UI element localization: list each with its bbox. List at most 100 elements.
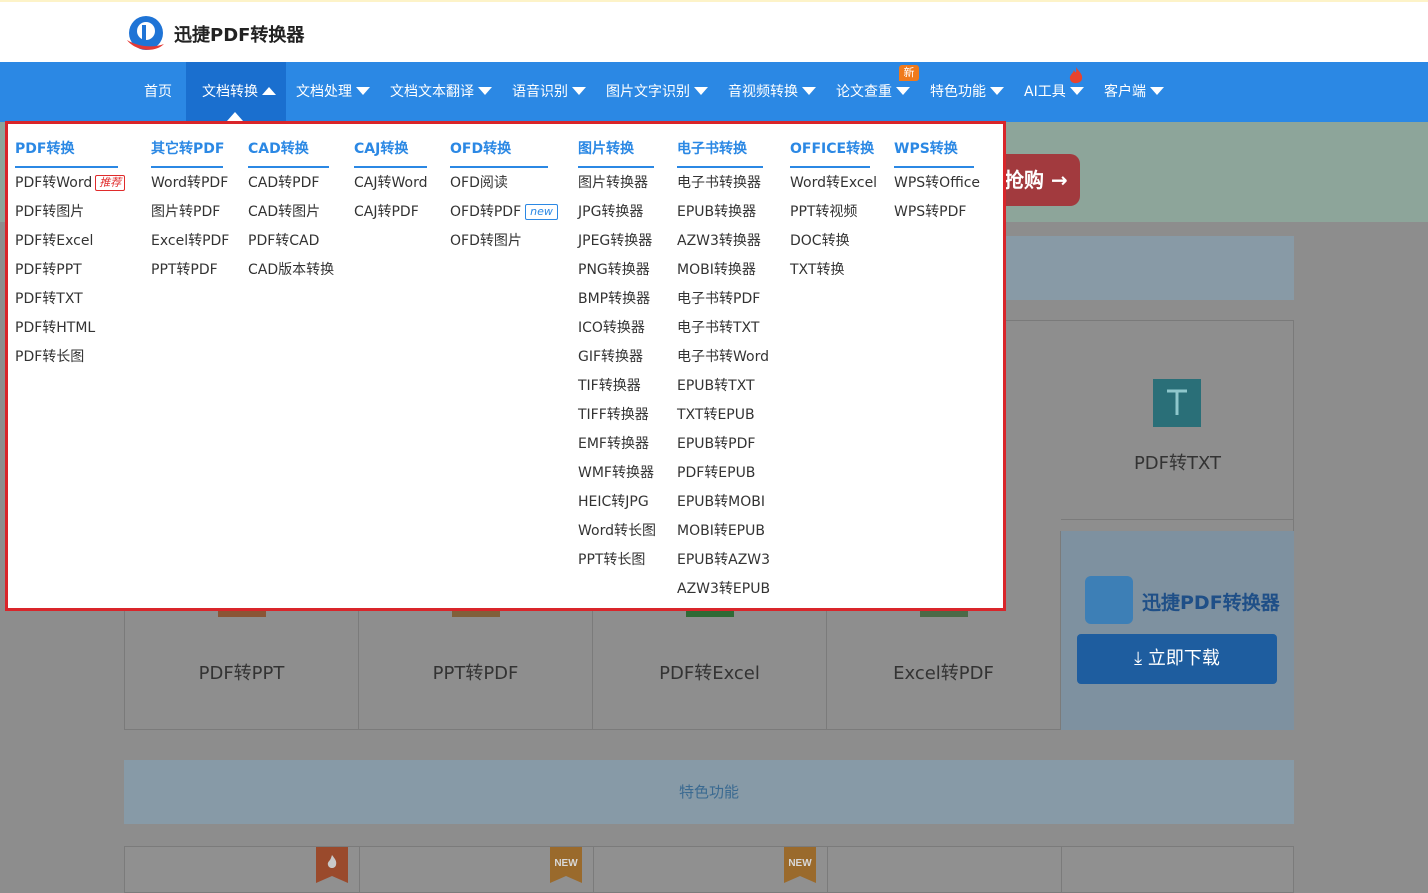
menu-item[interactable]: TIFF转换器 (578, 404, 656, 433)
menu-item[interactable]: PDF转TXT (15, 288, 125, 317)
nav-translate[interactable]: 文档文本翻译 (390, 62, 492, 122)
nav-client[interactable]: 客户端 (1104, 62, 1164, 122)
download-button[interactable]: ⤓ 立即下载 (1077, 634, 1277, 684)
menu-item[interactable]: AZW3转EPUB (677, 578, 770, 607)
column-title[interactable]: PDF转换 (15, 138, 118, 168)
chevron-down-icon (572, 86, 586, 95)
menu-item[interactable]: PDF转图片 (15, 201, 125, 230)
menu-item[interactable]: EPUB转PDF (677, 433, 770, 462)
nav-label: 语音识别 (512, 84, 568, 100)
menu-item[interactable]: PDF转Word 推荐 (15, 172, 126, 201)
menu-item[interactable]: TXT转换 (790, 259, 877, 288)
menu-item[interactable]: PNG转换器 (578, 259, 656, 288)
menu-item[interactable]: 图片转PDF (151, 201, 229, 230)
menu-item[interactable]: Word转PDF (151, 172, 229, 201)
nav-speech[interactable]: 语音识别 (512, 62, 586, 122)
menu-item[interactable]: 电子书转Word (677, 346, 770, 375)
menu-item[interactable]: WPS转PDF (894, 201, 980, 230)
menu-item[interactable]: CAJ转PDF (354, 201, 427, 230)
menu-item[interactable]: MOBI转换器 (677, 259, 770, 288)
menu-item[interactable]: PPT转视频 (790, 201, 877, 230)
card-divider (359, 847, 360, 893)
menu-item[interactable]: AZW3转换器 (677, 230, 770, 259)
column-list: CAD转PDF CAD转图片 PDF转CAD CAD版本转换 (248, 172, 334, 288)
chevron-down-icon (1069, 86, 1084, 95)
menu-item[interactable]: JPEG转换器 (578, 230, 656, 259)
menu-item[interactable]: EPUB转AZW3 (677, 549, 770, 578)
download-icon: ⤓ (1134, 648, 1148, 669)
xunjie-logo-icon[interactable] (124, 14, 166, 54)
menu-item[interactable]: WMF转换器 (578, 462, 656, 491)
menu-item[interactable]: ICO转换器 (578, 317, 656, 346)
ribbon-text: NEW (554, 858, 578, 869)
chevron-down-icon (1150, 86, 1164, 95)
menu-item[interactable]: PDF转长图 (15, 346, 125, 375)
chevron-down-icon (694, 86, 708, 95)
column-list: OFD阅读 OFD转PDF new OFD转图片 (450, 172, 558, 259)
menu-item[interactable]: 图片转换器 (578, 172, 656, 201)
menu-item[interactable]: PDF转EPUB (677, 462, 770, 491)
menu-item[interactable]: CAD转PDF (248, 172, 334, 201)
menu-item[interactable]: TXT转EPUB (677, 404, 770, 433)
column-title[interactable]: 图片转换 (578, 138, 654, 168)
nav-home[interactable]: 首页 (144, 62, 172, 122)
nav-av-convert[interactable]: 音视频转换 (728, 62, 816, 122)
menu-item[interactable]: GIF转换器 (578, 346, 656, 375)
menu-item[interactable]: Excel转PDF (151, 230, 229, 259)
menu-item[interactable]: MOBI转EPUB (677, 520, 770, 549)
column-list: 图片转换器 JPG转换器 JPEG转换器 PNG转换器 BMP转换器 ICO转换… (578, 172, 656, 578)
column-title[interactable]: 电子书转换 (677, 138, 763, 168)
menu-item[interactable]: EMF转换器 (578, 433, 656, 462)
nav-label: 文档转换 (202, 84, 258, 100)
column-title[interactable]: CAD转换 (248, 138, 329, 168)
column-title[interactable]: OFFICE转换 (790, 138, 874, 168)
menu-item[interactable]: CAD版本转换 (248, 259, 334, 288)
menu-item[interactable]: 电子书转换器 (677, 172, 770, 201)
menu-item[interactable]: EPUB转TXT (677, 375, 770, 404)
menu-item[interactable]: Word转长图 (578, 520, 656, 549)
menu-item[interactable]: EPUB转换器 (677, 201, 770, 230)
menu-item[interactable]: PDF转HTML (15, 317, 125, 346)
nav-label: 图片文字识别 (606, 84, 690, 100)
menu-item[interactable]: OFD阅读 (450, 172, 558, 201)
nav-label: 文档文本翻译 (390, 84, 474, 100)
nav-ocr[interactable]: 图片文字识别 (606, 62, 708, 122)
recommend-tag: 推荐 (95, 175, 126, 191)
menu-item[interactable]: PPT转长图 (578, 549, 656, 578)
tool-card-pdf-txt[interactable]: PDF转TXT (1061, 321, 1294, 520)
column-title[interactable]: WPS转换 (894, 138, 974, 168)
menu-item[interactable]: BMP转换器 (578, 288, 656, 317)
nav-label: 首页 (144, 84, 172, 100)
menu-item-label: OFD转PDF (450, 204, 522, 220)
menu-item[interactable]: 电子书转TXT (677, 317, 770, 346)
menu-item[interactable]: Word转Excel (790, 172, 877, 201)
nav-doc-process[interactable]: 文档处理 (296, 62, 370, 122)
menu-item[interactable]: HEIC转JPG (578, 491, 656, 520)
new-badge: 新 (899, 65, 919, 81)
menu-item[interactable]: EPUB转MOBI (677, 491, 770, 520)
menu-item[interactable]: JPG转换器 (578, 201, 656, 230)
menu-item[interactable]: CAD转图片 (248, 201, 334, 230)
doc-convert-dropdown: PDF转换 PDF转Word 推荐 PDF转图片 PDF转Excel PDF转PP… (5, 121, 1006, 611)
menu-item[interactable]: DOC转换 (790, 230, 877, 259)
nav-features[interactable]: 特色功能 (930, 62, 1004, 122)
tool-label: PPT转PDF (432, 663, 519, 684)
tool-label: PDF转PPT (198, 663, 285, 684)
brand-name[interactable]: 迅捷PDF转换器 (174, 21, 304, 47)
hot-ribbon-icon (316, 847, 348, 883)
menu-item[interactable]: PPT转PDF (151, 259, 229, 288)
column-title[interactable]: OFD转换 (450, 138, 548, 168)
menu-item[interactable]: 电子书转PDF (677, 288, 770, 317)
menu-item[interactable]: PDF转Excel (15, 230, 125, 259)
chevron-down-icon (896, 86, 910, 95)
menu-item[interactable]: OFD转PDF new (450, 201, 558, 230)
new-ribbon-icon: NEW (550, 847, 582, 883)
menu-item[interactable]: PDF转PPT (15, 259, 125, 288)
menu-item[interactable]: CAJ转Word (354, 172, 427, 201)
menu-item[interactable]: WPS转Office (894, 172, 980, 201)
menu-item[interactable]: OFD转图片 (450, 230, 558, 259)
menu-item[interactable]: PDF转CAD (248, 230, 334, 259)
menu-item[interactable]: TIF转换器 (578, 375, 656, 404)
column-title[interactable]: CAJ转换 (354, 138, 427, 168)
column-title[interactable]: 其它转PDF (151, 138, 224, 168)
